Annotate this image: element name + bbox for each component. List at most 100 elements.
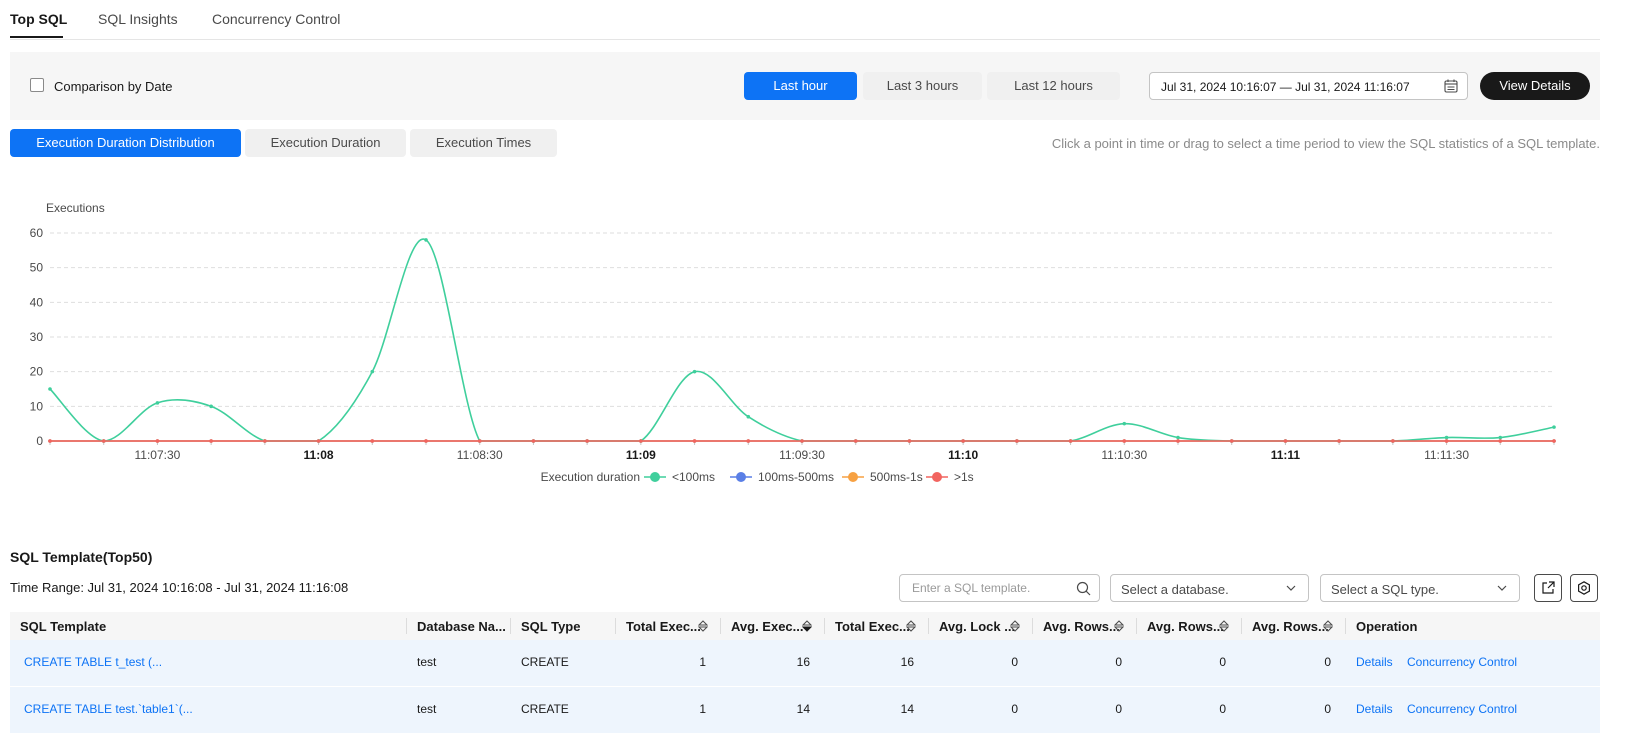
data-point xyxy=(531,439,536,443)
time-range-text: Time Range: Jul 31, 2024 10:16:08 - Jul … xyxy=(10,580,349,595)
data-point xyxy=(800,439,804,443)
data-point xyxy=(424,439,428,443)
execution-duration-chart[interactable]: Executions 0 10 20 30 40 50 60 11:07:30 11:08 11:0… xyxy=(0,200,1620,510)
sql-type-select[interactable]: Select a SQL type. xyxy=(1320,574,1520,602)
sql-template-search-input[interactable] xyxy=(910,580,1074,596)
avg-rows-2-cell: 0 xyxy=(1219,655,1226,669)
table-row: CREATE TABLE t_test (... test CREATE 1 1… xyxy=(10,640,1600,687)
data-point xyxy=(1068,439,1073,443)
tab-execution-duration[interactable]: Execution Duration xyxy=(245,129,406,157)
date-range-value: Jul 31, 2024 10:16:07 — Jul 31, 2024 11:… xyxy=(1161,80,1410,94)
avg-rows-2-cell: 0 xyxy=(1219,702,1226,716)
chevron-down-icon xyxy=(1286,585,1296,591)
y-tick-label: 30 xyxy=(30,330,44,344)
table-header: SQL Template Database Na... SQL Type Tot… xyxy=(10,612,1600,640)
data-point xyxy=(1498,439,1503,443)
legend-label: 500ms-1s xyxy=(870,470,923,484)
sql-type-cell: CREATE xyxy=(521,655,569,669)
col-sql-template: SQL Template xyxy=(20,619,107,634)
avg-rows-3-cell: 0 xyxy=(1324,655,1331,669)
total-exec-count-cell: 1 xyxy=(699,655,706,669)
data-point xyxy=(1283,439,1288,443)
data-point xyxy=(1444,435,1449,440)
data-point xyxy=(1015,439,1019,443)
data-point xyxy=(1176,439,1180,443)
avg-rows-1-cell: 0 xyxy=(1115,702,1122,716)
data-point xyxy=(585,439,589,443)
data-point xyxy=(424,238,428,242)
col-avg-rows-1: Avg. Rows... xyxy=(1043,619,1120,634)
time-toolbar: Comparison by Date Last hour Last 3 hour… xyxy=(10,52,1600,120)
data-point xyxy=(1337,439,1341,443)
col-avg-rows-3: Avg. Rows... xyxy=(1252,619,1329,634)
data-point xyxy=(1552,425,1556,429)
sql-template-search[interactable] xyxy=(899,574,1100,602)
legend-swatch-dot xyxy=(736,472,746,482)
tab-execution-duration-distribution[interactable]: Execution Duration Distribution xyxy=(10,129,241,157)
range-last-3-hours-button[interactable]: Last 3 hours xyxy=(863,72,982,100)
chevron-down-icon xyxy=(1497,585,1507,591)
sort-icon[interactable] xyxy=(906,620,916,632)
series-line-0 xyxy=(49,238,1555,442)
details-link[interactable]: Details xyxy=(1356,702,1393,716)
data-point xyxy=(746,439,751,443)
avg-exec-cell: 14 xyxy=(796,702,810,716)
data-point xyxy=(477,439,482,443)
y-tick-label: 40 xyxy=(30,295,44,309)
x-tick-label: 11:08:30 xyxy=(457,448,503,462)
search-icon[interactable] xyxy=(1076,581,1091,596)
export-button[interactable] xyxy=(1534,574,1562,602)
x-tick-label: 11:10 xyxy=(948,448,978,462)
legend-swatch-dot xyxy=(650,472,660,482)
data-point xyxy=(961,439,965,443)
y-axis-label: Executions xyxy=(46,201,105,215)
data-point xyxy=(209,404,213,409)
page-scrollbar[interactable] xyxy=(1622,0,1638,725)
col-operation: Operation xyxy=(1356,619,1418,634)
comparison-checkbox[interactable] xyxy=(30,78,44,92)
settings-button[interactable] xyxy=(1570,574,1598,602)
sort-icon[interactable] xyxy=(1010,620,1020,632)
data-point xyxy=(639,439,643,443)
sort-icon[interactable] xyxy=(1323,620,1333,632)
data-point xyxy=(1122,421,1127,426)
sort-icon[interactable] xyxy=(1219,620,1229,632)
sort-icon[interactable] xyxy=(698,620,708,632)
data-point xyxy=(48,439,52,443)
database-select[interactable]: Select a database. xyxy=(1110,574,1309,602)
tab-sql-insights[interactable]: SQL Insights xyxy=(98,11,178,27)
details-link[interactable]: Details xyxy=(1356,655,1393,669)
date-range-picker[interactable]: Jul 31, 2024 10:16:07 — Jul 31, 2024 11:… xyxy=(1149,72,1468,100)
sql-template-link[interactable]: CREATE TABLE test.`table1`(... xyxy=(24,702,193,716)
data-point xyxy=(853,439,858,443)
sort-icon[interactable] xyxy=(1114,620,1124,632)
x-tick-label: 11:08 xyxy=(304,448,334,462)
data-point xyxy=(692,369,697,374)
avg-rows-3-cell: 0 xyxy=(1324,702,1331,716)
sort-desc-icon[interactable] xyxy=(802,620,812,632)
x-tick-label: 11:09 xyxy=(626,448,656,462)
range-last-12-hours-button[interactable]: Last 12 hours xyxy=(987,72,1120,100)
view-details-button[interactable]: View Details xyxy=(1480,72,1590,100)
sql-template-title: SQL Template(Top50) xyxy=(10,549,153,565)
tab-top-sql[interactable]: Top SQL xyxy=(10,11,67,27)
total-exec-cell: 16 xyxy=(900,655,914,669)
data-point xyxy=(370,369,375,374)
y-tick-label: 20 xyxy=(30,365,44,379)
sql-template-table: SQL Template Database Na... SQL Type Tot… xyxy=(10,612,1600,734)
concurrency-control-link[interactable]: Concurrency Control xyxy=(1407,655,1517,669)
data-point xyxy=(48,387,52,391)
sql-template-link[interactable]: CREATE TABLE t_test (... xyxy=(24,655,162,669)
concurrency-control-link[interactable]: Concurrency Control xyxy=(1407,702,1517,716)
data-point xyxy=(101,439,106,443)
data-point xyxy=(1391,439,1395,443)
tab-execution-times[interactable]: Execution Times xyxy=(410,129,557,157)
data-point xyxy=(1552,439,1556,443)
col-sql-type: SQL Type xyxy=(521,619,581,634)
data-point xyxy=(1498,435,1503,440)
x-tick-label: 11:07:30 xyxy=(135,448,181,462)
table-row: CREATE TABLE test.`table1`(... test CREA… xyxy=(10,687,1600,734)
tab-concurrency-control[interactable]: Concurrency Control xyxy=(212,11,340,27)
data-point xyxy=(1444,439,1449,443)
range-last-hour-button[interactable]: Last hour xyxy=(744,72,857,100)
